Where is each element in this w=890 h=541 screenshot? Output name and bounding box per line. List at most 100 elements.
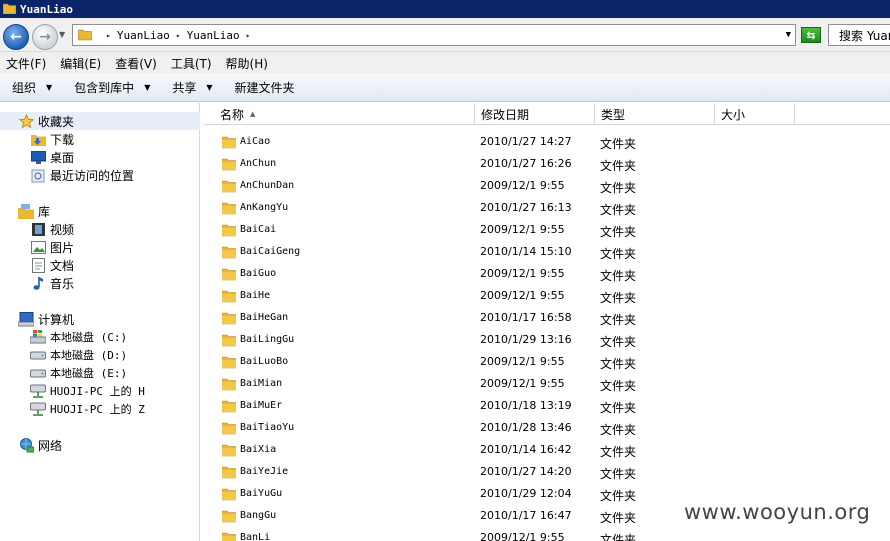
breadcrumb-separator-icon[interactable]: ▸	[176, 31, 181, 40]
include-in-library-button[interactable]: 包含到库中 ▼	[74, 79, 150, 96]
breadcrumb-item[interactable]: YuanLiao	[117, 29, 170, 42]
command-bar: 组织 ▼ 包含到库中 ▼ 共享 ▼ 新建文件夹	[0, 74, 890, 102]
file-name: BangGu	[240, 510, 277, 521]
file-date: 2010/1/18 13:19	[480, 399, 572, 412]
file-row[interactable]: BanLi 2009/12/1 9:55 文件夹	[203, 527, 890, 541]
breadcrumb-separator-icon[interactable]: ▸	[106, 31, 111, 40]
column-header-name[interactable]: 名称 ▲	[203, 103, 475, 125]
video-icon	[30, 221, 46, 237]
desktop-icon	[30, 149, 46, 165]
file-row[interactable]: AnKangYu 2010/1/27 16:13 文件夹	[203, 197, 890, 219]
column-header-size[interactable]: 大小	[715, 103, 795, 125]
file-type: 文件夹	[600, 467, 637, 481]
file-type: 文件夹	[600, 445, 637, 459]
breadcrumb-separator-icon[interactable]: ▸	[246, 31, 251, 40]
nav-item-music[interactable]: 音乐	[30, 274, 74, 292]
folder-icon	[221, 289, 237, 306]
file-row[interactable]: AnChun 2010/1/27 16:26 文件夹	[203, 153, 890, 175]
file-date: 2010/1/27 16:13	[480, 201, 572, 214]
folder-icon	[221, 223, 237, 240]
column-header-row: 名称 ▲ 修改日期 类型 大小	[203, 103, 890, 125]
menu-edit[interactable]: 编辑(E)	[60, 55, 101, 72]
file-name: BaiHe	[240, 290, 271, 301]
column-header-type[interactable]: 类型	[595, 103, 715, 125]
address-bar[interactable]: ▸ YuanLiao ▸ YuanLiao ▸ ▼	[72, 24, 796, 46]
file-row[interactable]: BaiLingGu 2010/1/29 13:16 文件夹	[203, 329, 890, 351]
file-row[interactable]: BaiHeGan 2010/1/17 16:58 文件夹	[203, 307, 890, 329]
back-button[interactable]: ←	[3, 24, 29, 50]
file-row[interactable]: AiCao 2010/1/27 14:27 文件夹	[203, 131, 890, 153]
folder-icon	[221, 245, 237, 262]
library-icon	[18, 203, 34, 219]
nav-libraries[interactable]: 库	[18, 202, 50, 220]
file-row[interactable]: BaiYeJie 2010/1/27 14:20 文件夹	[203, 461, 890, 483]
folder-icon	[2, 2, 17, 17]
folder-icon	[221, 509, 237, 526]
nav-item-videos[interactable]: 视频	[30, 220, 74, 238]
folder-icon	[77, 27, 93, 44]
file-row[interactable]: BaiMuEr 2010/1/18 13:19 文件夹	[203, 395, 890, 417]
breadcrumb-item[interactable]: YuanLiao	[187, 29, 240, 42]
menu-help[interactable]: 帮助(H)	[226, 55, 268, 72]
nav-item-network-drive-h[interactable]: HUOJI-PC 上的 H	[30, 382, 145, 400]
file-date: 2010/1/29 12:04	[480, 487, 572, 500]
title-bar: YuanLiao	[0, 0, 890, 18]
menu-view[interactable]: 查看(V)	[115, 55, 157, 72]
file-row[interactable]: BaiMian 2009/12/1 9:55 文件夹	[203, 373, 890, 395]
nav-item-drive-d[interactable]: 本地磁盘 (D:)	[30, 346, 127, 364]
file-row[interactable]: BaiCai 2009/12/1 9:55 文件夹	[203, 219, 890, 241]
file-date: 2010/1/14 15:10	[480, 245, 572, 258]
nav-favorites[interactable]: 收藏夹	[0, 112, 200, 130]
new-folder-button[interactable]: 新建文件夹	[235, 79, 295, 96]
pictures-icon	[30, 239, 46, 255]
forward-button[interactable]: →	[32, 24, 58, 50]
menu-file[interactable]: 文件(F)	[6, 55, 46, 72]
file-date: 2009/12/1 9:55	[480, 179, 565, 192]
folder-icon	[221, 355, 237, 372]
file-row[interactable]: BaiHe 2009/12/1 9:55 文件夹	[203, 285, 890, 307]
file-name: BanLi	[240, 532, 271, 541]
nav-item-recent-places[interactable]: 最近访问的位置	[30, 166, 134, 184]
file-row[interactable]: BaiTiaoYu 2010/1/28 13:46 文件夹	[203, 417, 890, 439]
window-title: YuanLiao	[20, 2, 73, 16]
refresh-button[interactable]: ⇆	[801, 27, 821, 43]
nav-item-documents[interactable]: 文档	[30, 256, 74, 274]
file-row[interactable]: BaiXia 2010/1/14 16:42 文件夹	[203, 439, 890, 461]
file-type: 文件夹	[600, 511, 637, 525]
nav-item-drive-e[interactable]: 本地磁盘 (E:)	[30, 364, 127, 382]
nav-item-drive-c[interactable]: 本地磁盘 (C:)	[30, 328, 127, 346]
downloads-icon	[30, 131, 46, 147]
document-icon	[30, 257, 46, 273]
organize-button[interactable]: 组织 ▼	[12, 79, 52, 96]
file-date: 2010/1/27 16:26	[480, 157, 572, 170]
file-name: BaiYeJie	[240, 466, 289, 477]
file-row[interactable]: BaiCaiGeng 2010/1/14 15:10 文件夹	[203, 241, 890, 263]
folder-icon	[221, 135, 237, 152]
share-button[interactable]: 共享 ▼	[172, 79, 212, 96]
file-row[interactable]: AnChunDan 2009/12/1 9:55 文件夹	[203, 175, 890, 197]
folder-icon	[221, 531, 237, 541]
nav-item-desktop[interactable]: 桌面	[30, 148, 74, 166]
menu-tools[interactable]: 工具(T)	[171, 55, 212, 72]
nav-computer[interactable]: 计算机	[18, 310, 74, 328]
file-type: 文件夹	[600, 423, 637, 437]
address-dropdown-icon[interactable]: ▼	[786, 30, 791, 40]
network-drive-icon	[30, 401, 46, 417]
address-toolbar: ← → ▼ ▸ YuanLiao ▸ YuanLiao ▸ ▼ ⇆ 搜索 Yua…	[0, 18, 890, 52]
file-type: 文件夹	[600, 489, 637, 503]
column-header-date[interactable]: 修改日期	[475, 103, 595, 125]
nav-item-pictures[interactable]: 图片	[30, 238, 74, 256]
file-row[interactable]: BaiGuo 2009/12/1 9:55 文件夹	[203, 263, 890, 285]
file-row[interactable]: BaiLuoBo 2009/12/1 9:55 文件夹	[203, 351, 890, 373]
search-input[interactable]: 搜索 YuanLiao	[828, 24, 890, 46]
file-date: 2009/12/1 9:55	[480, 377, 565, 390]
network-icon	[18, 437, 34, 453]
nav-network[interactable]: 网络	[18, 436, 62, 454]
arrow-right-icon: →	[39, 29, 51, 45]
nav-item-downloads[interactable]: 下载	[30, 130, 74, 148]
file-type: 文件夹	[600, 225, 637, 239]
recent-pages-dropdown[interactable]: ▼	[59, 30, 65, 39]
refresh-icon: ⇆	[806, 28, 816, 42]
file-date: 2010/1/27 14:27	[480, 135, 572, 148]
nav-item-network-drive-z[interactable]: HUOJI-PC 上的 Z	[30, 400, 145, 418]
